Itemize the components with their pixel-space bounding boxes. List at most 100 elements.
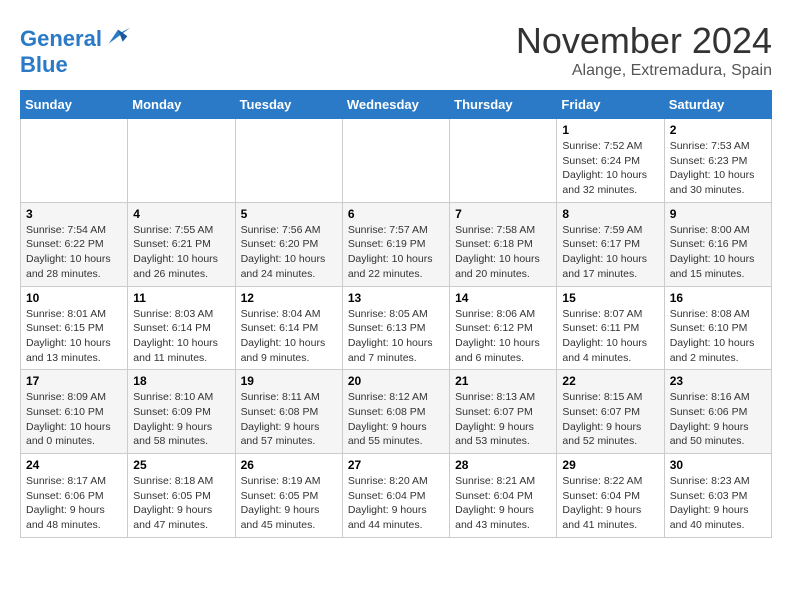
day-info: Sunrise: 8:20 AMSunset: 6:04 PMDaylight:… (348, 474, 444, 533)
header-monday: Monday (128, 91, 235, 119)
day-info: Sunrise: 8:21 AMSunset: 6:04 PMDaylight:… (455, 474, 551, 533)
day-number: 10 (26, 291, 122, 305)
day-number: 15 (562, 291, 658, 305)
day-number: 19 (241, 374, 337, 388)
day-info: Sunrise: 8:19 AMSunset: 6:05 PMDaylight:… (241, 474, 337, 533)
calendar-week-row: 3Sunrise: 7:54 AMSunset: 6:22 PMDaylight… (21, 202, 772, 286)
day-number: 2 (670, 123, 766, 137)
logo-text-blue: Blue (20, 53, 132, 77)
calendar-cell: 22 Sunrise: 8:15 AMSunset: 6:07 PMDayligh… (557, 370, 664, 454)
calendar-body: 1 Sunrise: 7:52 AMSunset: 6:24 PMDaylight… (21, 119, 772, 538)
calendar-cell: 28 Sunrise: 8:21 AMSunset: 6:04 PMDayligh… (450, 454, 557, 538)
calendar-cell: 2Sunrise: 7:53 AMSunset: 6:23 PMDaylight… (664, 119, 771, 203)
calendar-cell: 8 Sunrise: 7:59 AMSunset: 6:17 PMDaylight… (557, 202, 664, 286)
day-number: 22 (562, 374, 658, 388)
day-number: 5 (241, 207, 337, 221)
calendar-cell: 23Sunrise: 8:16 AMSunset: 6:06 PMDayligh… (664, 370, 771, 454)
calendar-cell: 21 Sunrise: 8:13 AMSunset: 6:07 PMDayligh… (450, 370, 557, 454)
day-info: Sunrise: 8:00 AMSunset: 6:16 PMDaylight:… (670, 223, 766, 282)
calendar-cell (450, 119, 557, 203)
day-info: Sunrise: 8:07 AMSunset: 6:11 PMDaylight:… (562, 307, 658, 366)
day-info: Sunrise: 8:03 AMSunset: 6:14 PMDaylight:… (133, 307, 229, 366)
header: General Blue November 2024 Alange, Extre… (20, 20, 772, 80)
day-info: Sunrise: 8:01 AMSunset: 6:15 PMDaylight:… (26, 307, 122, 366)
day-number: 26 (241, 458, 337, 472)
calendar-cell (235, 119, 342, 203)
calendar-cell: 24Sunrise: 8:17 AMSunset: 6:06 PMDayligh… (21, 454, 128, 538)
header-wednesday: Wednesday (342, 91, 449, 119)
calendar-cell: 25 Sunrise: 8:18 AMSunset: 6:05 PMDayligh… (128, 454, 235, 538)
header-friday: Friday (557, 91, 664, 119)
calendar-cell: 14 Sunrise: 8:06 AMSunset: 6:12 PMDayligh… (450, 286, 557, 370)
day-info: Sunrise: 8:10 AMSunset: 6:09 PMDaylight:… (133, 390, 229, 449)
day-number: 28 (455, 458, 551, 472)
day-info: Sunrise: 8:17 AMSunset: 6:06 PMDaylight:… (26, 474, 122, 533)
calendar-cell (21, 119, 128, 203)
calendar-week-row: 1 Sunrise: 7:52 AMSunset: 6:24 PMDaylight… (21, 119, 772, 203)
calendar-cell: 7 Sunrise: 7:58 AMSunset: 6:18 PMDaylight… (450, 202, 557, 286)
day-number: 14 (455, 291, 551, 305)
calendar-cell: 10 Sunrise: 8:01 AMSunset: 6:15 PMDayligh… (21, 286, 128, 370)
calendar-week-row: 10 Sunrise: 8:01 AMSunset: 6:15 PMDayligh… (21, 286, 772, 370)
day-number: 11 (133, 291, 229, 305)
day-number: 12 (241, 291, 337, 305)
calendar-cell: 16 Sunrise: 8:08 AMSunset: 6:10 PMDayligh… (664, 286, 771, 370)
location-title: Alange, Extremadura, Spain (516, 62, 772, 80)
day-number: 21 (455, 374, 551, 388)
calendar-week-row: 24Sunrise: 8:17 AMSunset: 6:06 PMDayligh… (21, 454, 772, 538)
calendar-header: Sunday Monday Tuesday Wednesday Thursday… (21, 91, 772, 119)
calendar-cell: 4Sunrise: 7:55 AMSunset: 6:21 PMDaylight… (128, 202, 235, 286)
calendar-cell: 19 Sunrise: 8:11 AMSunset: 6:08 PMDayligh… (235, 370, 342, 454)
calendar-cell: 5 Sunrise: 7:56 AMSunset: 6:20 PMDaylight… (235, 202, 342, 286)
day-number: 7 (455, 207, 551, 221)
day-number: 17 (26, 374, 122, 388)
day-info: Sunrise: 8:04 AMSunset: 6:14 PMDaylight:… (241, 307, 337, 366)
day-info: Sunrise: 7:59 AMSunset: 6:17 PMDaylight:… (562, 223, 658, 282)
day-number: 27 (348, 458, 444, 472)
calendar-cell (342, 119, 449, 203)
day-info: Sunrise: 8:23 AMSunset: 6:03 PMDaylight:… (670, 474, 766, 533)
day-number: 6 (348, 207, 444, 221)
day-info: Sunrise: 8:15 AMSunset: 6:07 PMDaylight:… (562, 390, 658, 449)
calendar-cell: 27 Sunrise: 8:20 AMSunset: 6:04 PMDayligh… (342, 454, 449, 538)
calendar-table: Sunday Monday Tuesday Wednesday Thursday… (20, 90, 772, 538)
day-info: Sunrise: 7:55 AMSunset: 6:21 PMDaylight:… (133, 223, 229, 282)
calendar-cell: 3Sunrise: 7:54 AMSunset: 6:22 PMDaylight… (21, 202, 128, 286)
day-number: 13 (348, 291, 444, 305)
calendar-cell: 20Sunrise: 8:12 AMSunset: 6:08 PMDayligh… (342, 370, 449, 454)
day-info: Sunrise: 8:05 AMSunset: 6:13 PMDaylight:… (348, 307, 444, 366)
header-thursday: Thursday (450, 91, 557, 119)
day-info: Sunrise: 8:22 AMSunset: 6:04 PMDaylight:… (562, 474, 658, 533)
calendar-cell: 15 Sunrise: 8:07 AMSunset: 6:11 PMDayligh… (557, 286, 664, 370)
day-info: Sunrise: 8:06 AMSunset: 6:12 PMDaylight:… (455, 307, 551, 366)
calendar-cell: 9Sunrise: 8:00 AMSunset: 6:16 PMDaylight… (664, 202, 771, 286)
calendar-cell: 29Sunrise: 8:22 AMSunset: 6:04 PMDayligh… (557, 454, 664, 538)
calendar-cell: 11 Sunrise: 8:03 AMSunset: 6:14 PMDayligh… (128, 286, 235, 370)
calendar-cell: 12 Sunrise: 8:04 AMSunset: 6:14 PMDayligh… (235, 286, 342, 370)
day-info: Sunrise: 8:11 AMSunset: 6:08 PMDaylight:… (241, 390, 337, 449)
calendar-cell: 13 Sunrise: 8:05 AMSunset: 6:13 PMDayligh… (342, 286, 449, 370)
day-info: Sunrise: 7:58 AMSunset: 6:18 PMDaylight:… (455, 223, 551, 282)
day-number: 25 (133, 458, 229, 472)
day-number: 8 (562, 207, 658, 221)
day-number: 23 (670, 374, 766, 388)
day-info: Sunrise: 7:56 AMSunset: 6:20 PMDaylight:… (241, 223, 337, 282)
day-info: Sunrise: 7:52 AMSunset: 6:24 PMDaylight:… (562, 139, 658, 198)
day-info: Sunrise: 8:13 AMSunset: 6:07 PMDaylight:… (455, 390, 551, 449)
day-number: 16 (670, 291, 766, 305)
calendar-cell: 30 Sunrise: 8:23 AMSunset: 6:03 PMDayligh… (664, 454, 771, 538)
logo-bird-icon (104, 25, 132, 53)
day-info: Sunrise: 8:18 AMSunset: 6:05 PMDaylight:… (133, 474, 229, 533)
header-saturday: Saturday (664, 91, 771, 119)
day-info: Sunrise: 7:54 AMSunset: 6:22 PMDaylight:… (26, 223, 122, 282)
day-info: Sunrise: 7:57 AMSunset: 6:19 PMDaylight:… (348, 223, 444, 282)
weekday-header-row: Sunday Monday Tuesday Wednesday Thursday… (21, 91, 772, 119)
logo-text: General (20, 27, 102, 51)
day-info: Sunrise: 8:08 AMSunset: 6:10 PMDaylight:… (670, 307, 766, 366)
calendar-cell: 1 Sunrise: 7:52 AMSunset: 6:24 PMDaylight… (557, 119, 664, 203)
month-title: November 2024 (516, 20, 772, 62)
calendar-week-row: 17Sunrise: 8:09 AMSunset: 6:10 PMDayligh… (21, 370, 772, 454)
day-number: 30 (670, 458, 766, 472)
calendar-cell: 26 Sunrise: 8:19 AMSunset: 6:05 PMDayligh… (235, 454, 342, 538)
day-number: 1 (562, 123, 658, 137)
